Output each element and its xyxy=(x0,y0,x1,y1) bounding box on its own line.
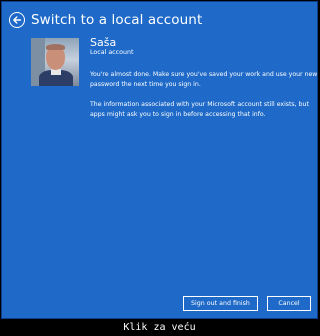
page-title: Switch to a local account xyxy=(31,12,203,28)
account-info-message: The information associated with your Mic… xyxy=(90,101,309,118)
almost-done-message: You're almost done. Make sure you've sav… xyxy=(90,71,318,88)
image-caption[interactable]: Klik za veću xyxy=(0,321,319,334)
sign-out-and-finish-button[interactable]: Sign out and finish xyxy=(183,296,258,311)
back-arrow-glyph xyxy=(13,16,22,24)
dialog-window: Switch to a local account Saša Local acc… xyxy=(1,1,318,319)
user-avatar xyxy=(31,38,79,86)
user-name: Saša xyxy=(90,36,117,49)
back-arrow-icon[interactable] xyxy=(9,12,25,28)
cancel-button[interactable]: Cancel xyxy=(267,296,311,311)
header: Switch to a local account xyxy=(9,10,202,30)
account-type-label: Local account xyxy=(90,49,134,56)
